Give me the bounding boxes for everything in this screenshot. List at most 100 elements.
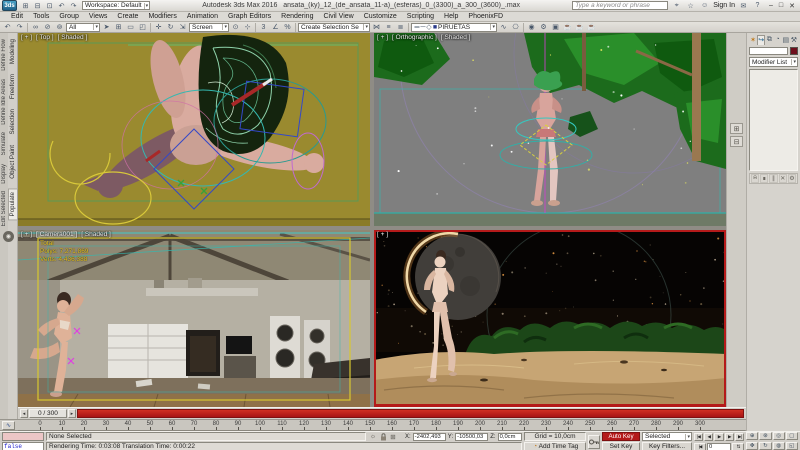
remove-modifier-icon[interactable]: ✕ — [779, 174, 787, 183]
graph-editor-icon[interactable]: ∿ — [498, 22, 509, 32]
open-file-icon[interactable]: ⊟ — [32, 1, 43, 11]
menu-rendering[interactable]: Rendering — [276, 12, 318, 22]
selection-filter-combo[interactable]: All▾ — [66, 23, 100, 32]
set-keys-button[interactable] — [588, 435, 600, 449]
menu-customize[interactable]: Customize — [359, 12, 402, 22]
save-file-icon[interactable]: ⊡ — [44, 1, 55, 11]
ribbon-tab-populate[interactable]: Populate — [8, 188, 18, 220]
zoom-region-icon[interactable]: ▢ — [786, 432, 798, 440]
pin-stack-icon[interactable]: ⍾ — [751, 174, 759, 183]
go-to-end-icon[interactable]: ▶| — [735, 433, 744, 441]
search-input[interactable]: Type a keyword or phrase — [572, 1, 668, 10]
utilities-tab-icon[interactable]: ⚒ — [790, 35, 798, 45]
play-icon[interactable]: ▶ — [714, 433, 723, 441]
show-end-result-icon[interactable]: ∎ — [760, 174, 768, 183]
window-crossing-icon[interactable]: ◰ — [137, 22, 148, 32]
next-frame-icon[interactable]: ▶ — [725, 433, 734, 441]
object-name-field[interactable] — [749, 47, 788, 55]
layer-manager-icon[interactable]: ≣ — [395, 22, 406, 32]
menu-civil-view[interactable]: Civil View — [318, 12, 358, 22]
viewport-shading-label[interactable]: [ Shaded ] — [58, 34, 88, 41]
viewport-menu-plus[interactable]: [ + ] — [21, 231, 32, 238]
viewport-menu-plus[interactable]: [ + ] — [377, 34, 388, 41]
undo-icon[interactable]: ↶ — [56, 1, 67, 11]
select-by-name-icon[interactable]: ⊞ — [113, 22, 124, 32]
ribbon-section-define-flow[interactable]: Define Flow — [0, 39, 8, 71]
angle-snap-icon[interactable]: ∠ — [270, 22, 281, 32]
modifier-list-dropdown[interactable]: Modifier List ▾ — [749, 57, 798, 67]
search-icon[interactable]: ⌖ — [671, 1, 682, 11]
key-mode-toggle-icon[interactable]: |◀ — [694, 443, 706, 450]
viewport-view-label[interactable]: [ Top ] — [36, 34, 54, 41]
named-selection-sets-combo[interactable]: Create Selection Se▾ — [298, 23, 370, 32]
undo-icon[interactable]: ↶ — [2, 22, 13, 32]
favorites-icon[interactable]: ☆ — [685, 1, 696, 11]
frame-spinner[interactable]: ⇅ — [732, 443, 744, 450]
y-coordinate-field[interactable]: -10500,03 — [455, 433, 488, 441]
viewport-view-label[interactable]: [ Orthographic ] — [392, 34, 437, 41]
auto-key-button[interactable]: Auto Key — [602, 432, 640, 441]
object-color-swatch[interactable] — [790, 47, 798, 55]
user-icon[interactable]: ☺ — [699, 1, 710, 11]
ribbon-foot-icon[interactable]: ◉ — [3, 231, 14, 242]
track-bar-autokey-red[interactable] — [77, 409, 744, 418]
x-coordinate-field[interactable]: -2402,493 — [413, 433, 446, 441]
menu-animation[interactable]: Animation — [182, 12, 223, 22]
previous-frame-arrow[interactable]: ◂ — [20, 409, 28, 418]
offset-mode-icon[interactable]: ⊞ — [388, 433, 398, 441]
set-key-button[interactable]: Set Key — [602, 442, 640, 450]
menu-scripting[interactable]: Scripting — [402, 12, 439, 22]
timeline-ruler[interactable]: ∿ 01020304050607080901001101201301401501… — [0, 419, 746, 431]
key-mode-dropdown[interactable]: Selected▾ — [642, 432, 692, 441]
ribbon-tab-modeling[interactable]: Modeling — [9, 39, 17, 64]
use-center-icon[interactable]: ⊙ — [230, 22, 241, 32]
ribbon-tab-selection[interactable]: Selection — [9, 109, 17, 134]
bind-spacewarp-icon[interactable]: ⊚ — [54, 22, 65, 32]
material-editor-icon[interactable]: ◉ — [526, 22, 537, 32]
align-icon[interactable]: ≡ — [383, 22, 394, 32]
application-menu-button[interactable]: 3ds — [2, 0, 17, 11]
render-production-icon[interactable]: ☕ — [562, 22, 573, 32]
hierarchy-tab-icon[interactable]: ⧉ — [765, 35, 773, 45]
create-tab-icon[interactable]: ✶ — [749, 35, 757, 45]
isolate-selection-icon[interactable]: ☼ — [368, 433, 378, 441]
redo-icon[interactable]: ↷ — [68, 1, 79, 11]
rectangular-region-icon[interactable]: ▭ — [125, 22, 136, 32]
menu-graph-editors[interactable]: Graph Editors — [223, 12, 276, 22]
maxscript-listener-pink[interactable] — [2, 432, 44, 441]
reference-coordinate-combo[interactable]: Screen▾ — [189, 23, 229, 32]
selection-lock-icon[interactable] — [378, 433, 388, 441]
maximize-button[interactable]: □ — [779, 2, 783, 10]
zoom-extents-icon[interactable]: ◎ — [773, 432, 785, 440]
viewport-top[interactable]: [ + ] [ Top ] [ Shaded ] — [18, 33, 370, 226]
configure-sets-icon[interactable]: ⚙ — [788, 174, 796, 183]
viewport-orthographic[interactable]: [ + ] [ Orthographic ] [ Shaded ] — [374, 33, 726, 226]
select-link-icon[interactable]: ∞ — [30, 22, 41, 32]
snap-toggle-icon[interactable]: 3 — [258, 22, 269, 32]
menu-help[interactable]: Help — [439, 12, 463, 22]
viewport-shading-label[interactable]: [ Shaded ] — [81, 231, 111, 238]
rotate-icon[interactable]: ↻ — [165, 22, 176, 32]
motion-tab-icon[interactable]: ◔ — [774, 35, 782, 45]
unlink-icon[interactable]: ⊘ — [42, 22, 53, 32]
viewport-view-label[interactable]: [ Camera001 ] — [36, 231, 77, 238]
layout-tab-icon[interactable]: ⊟ — [730, 136, 743, 147]
rendered-frame-icon[interactable]: ▣ — [550, 22, 561, 32]
make-unique-icon[interactable]: ∥ — [769, 174, 777, 183]
render-iterative-icon[interactable]: ☕ — [574, 22, 585, 32]
mini-curve-editor-button[interactable]: ∿ — [2, 421, 15, 430]
menu-views[interactable]: Views — [84, 12, 113, 22]
scale-icon[interactable]: ⇲ — [177, 22, 188, 32]
ribbon-section-define-idle-areas[interactable]: Define Idle Areas — [0, 79, 8, 125]
menu-create[interactable]: Create — [112, 12, 143, 22]
workspace-selector[interactable]: Workspace: Default▾ — [82, 1, 150, 10]
new-scene-icon[interactable]: ⊞ — [20, 1, 31, 11]
z-coordinate-field[interactable]: 0,0cm — [498, 433, 522, 441]
viewport-menu-plus[interactable]: [ + ] — [21, 34, 32, 41]
time-slider-frame-button[interactable]: 0 / 300 — [29, 409, 67, 418]
select-manipulate-icon[interactable]: ⊹ — [242, 22, 253, 32]
redo-icon[interactable]: ↷ — [14, 22, 25, 32]
viewport-camera[interactable]: [ + ] [ Camera001 ] [ Shaded ] TotalPoly… — [18, 230, 370, 407]
menu-group[interactable]: Group — [54, 12, 83, 22]
selection-set-combo[interactable]: ═ ─ ◇ ■ PIRUETAS▾ — [411, 23, 497, 32]
